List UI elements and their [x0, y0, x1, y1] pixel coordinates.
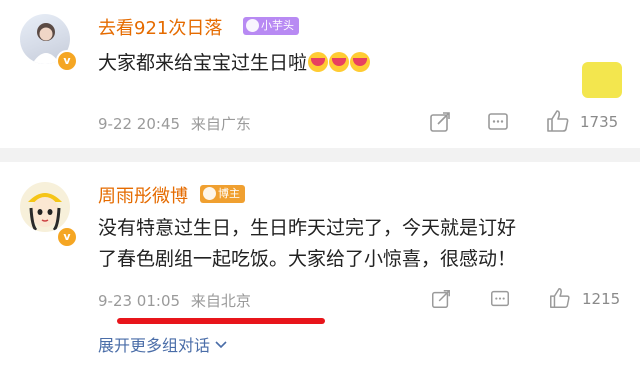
comment-time: 9-23 01:05	[98, 292, 181, 310]
fan-badge-icon	[246, 19, 259, 32]
like-icon[interactable]	[548, 286, 572, 310]
comment-card: v 去看921次日落 小芋头 大家都来给宝宝过生日啦 9-22 20:45 来自…	[0, 0, 640, 148]
comment-text-line: 没有特意过生日，生日昨天过完了，今天就是订好	[98, 217, 517, 239]
chevron-down-icon	[215, 341, 227, 349]
comment-text: 大家都来给宝宝过生日啦	[98, 48, 371, 78]
comment-time: 9-22 20:45	[98, 115, 181, 133]
comment-meta: 9-23 01:05 来自北京	[98, 290, 251, 311]
blogger-badge: 博主	[200, 185, 245, 203]
blogger-badge-icon	[203, 187, 216, 200]
verified-badge-icon: v	[56, 50, 78, 72]
verified-badge-icon: v	[56, 226, 78, 248]
username[interactable]: 去看921次日落	[98, 14, 222, 40]
like-count: 1215	[582, 290, 621, 308]
comment-icon[interactable]	[486, 110, 510, 134]
emoji-icon	[350, 52, 371, 72]
like-count: 1735	[580, 113, 619, 131]
blogger-badge-label: 博主	[218, 187, 240, 200]
expand-conversation-link[interactable]: 展开更多组对话	[98, 332, 227, 356]
fan-badge: 小芋头	[243, 17, 299, 35]
highlight-underline	[117, 318, 325, 324]
expand-conversation-label: 展开更多组对话	[98, 336, 211, 355]
comment-location: 来自北京	[190, 292, 251, 310]
sticker-image	[582, 62, 622, 98]
comment-meta: 9-22 20:45 来自广东	[98, 113, 251, 134]
comment-location: 来自广东	[190, 115, 251, 133]
avatar[interactable]	[20, 182, 70, 232]
like-icon[interactable]	[545, 108, 571, 134]
fan-badge-label: 小芋头	[261, 19, 294, 32]
comment-icon[interactable]	[489, 288, 511, 310]
emoji-icon	[329, 52, 350, 72]
avatar-cartoon	[28, 193, 62, 232]
username[interactable]: 周雨彤微博	[98, 182, 188, 208]
comment-text-body: 大家都来给宝宝过生日啦	[98, 52, 308, 74]
emoji-icon	[308, 52, 329, 72]
share-icon[interactable]	[428, 110, 452, 134]
share-icon[interactable]	[430, 288, 452, 310]
comment-text-line: 了春色剧组一起吃饭。大家给了小惊喜，很感动！	[98, 248, 517, 270]
